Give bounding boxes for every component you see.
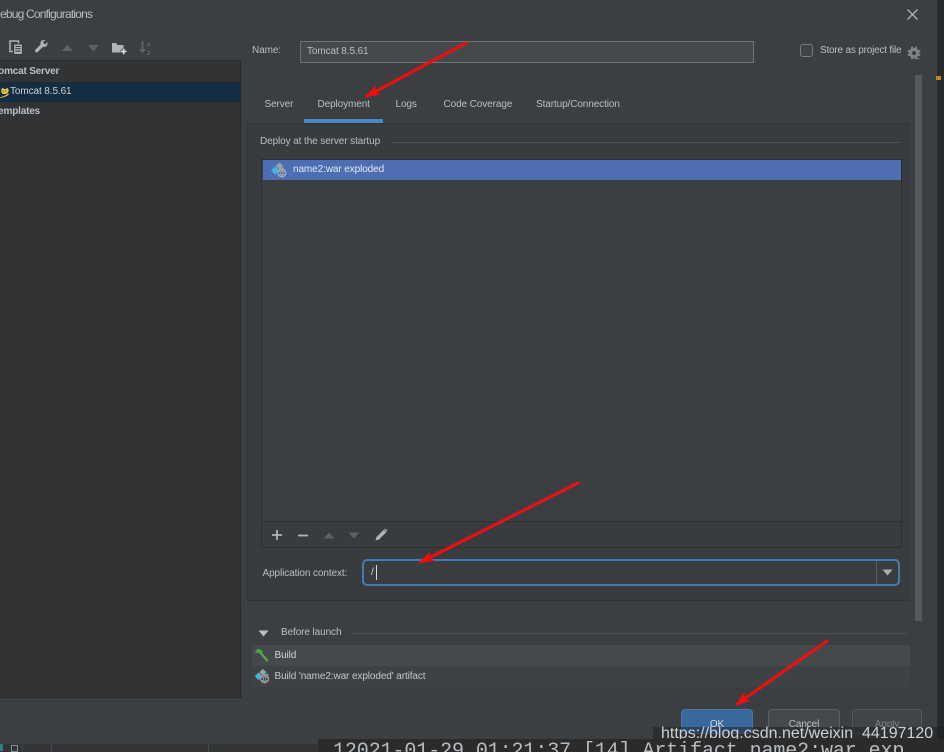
svg-text:z: z (147, 48, 151, 55)
